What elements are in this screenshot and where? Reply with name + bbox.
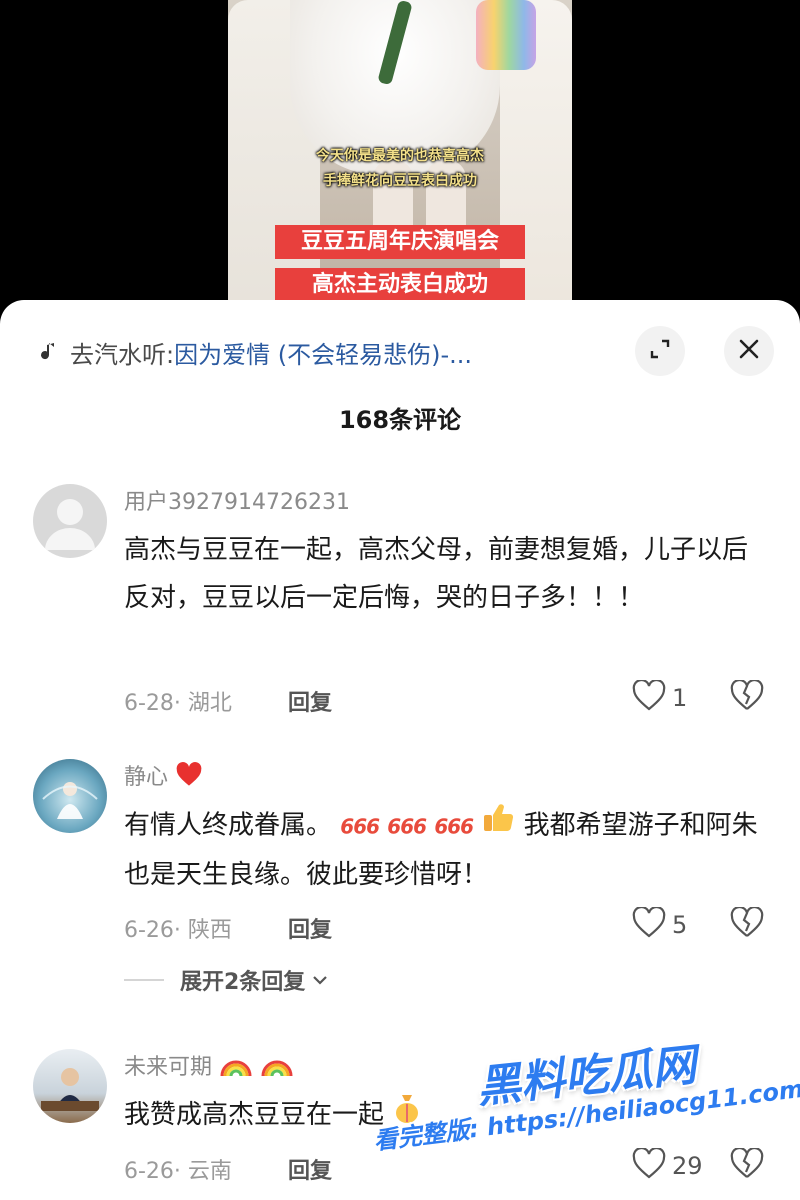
dislike-button[interactable] — [730, 905, 764, 943]
video-banner-line2: 高杰主动表白成功 — [275, 268, 525, 302]
comment-meta: 6-28· 湖北 — [124, 691, 232, 716]
username[interactable]: 未来可期 — [124, 1049, 294, 1084]
comment-text: 高杰与豆豆在一起，高杰父母，前妻想复婚，儿子以后反对，豆豆以后一定后悔，哭的日子… — [124, 535, 749, 613]
music-note-icon — [34, 339, 60, 365]
thumbs-up-icon — [481, 801, 515, 851]
comment-text-part1: 有情人终成眷属。 — [124, 810, 333, 841]
username[interactable]: 用户3927914726231 — [124, 484, 350, 516]
like-count: 5 — [672, 911, 688, 939]
music-prefix: 去汽水听: — [70, 340, 175, 369]
emoji-666: 666 — [340, 814, 380, 839]
video-subtitle-line1: 今天你是最美的也恭喜高杰 — [316, 148, 484, 164]
rainbow-icon — [260, 1052, 294, 1084]
comment-text: 有情人终成眷属。 666 666 666 我都希望游子和阿朱也是天生良缘。彼此要… — [124, 801, 764, 899]
comment-text-content: 我赞成高杰豆豆在一起 — [124, 1100, 385, 1130]
close-icon — [738, 338, 760, 364]
divider-line — [124, 979, 164, 981]
expand-replies-button[interactable]: 展开2条回复 — [124, 964, 329, 996]
like-button[interactable]: 5 — [632, 905, 688, 943]
avatar[interactable] — [33, 484, 107, 558]
dislike-button[interactable] — [730, 1146, 764, 1184]
reply-button[interactable]: 回复 — [288, 1153, 332, 1185]
username[interactable]: 静心 — [124, 759, 203, 794]
video-frame: 今天你是最美的也恭喜高杰 手捧鲜花向豆豆表白成功 豆豆五周年庆演唱会 高杰主动表… — [228, 0, 572, 320]
video-banner-line1: 豆豆五周年庆演唱会 — [275, 225, 525, 259]
broken-heart-icon — [730, 678, 764, 716]
heart-outline-icon — [632, 905, 666, 943]
like-count: 1 — [672, 684, 688, 712]
comment-count: 168条评论 — [338, 406, 462, 434]
rainbow-toy — [476, 0, 536, 70]
reply-button[interactable]: 回复 — [288, 912, 332, 944]
comment-meta: 6-26· 陕西 — [124, 918, 232, 943]
like-count: 29 — [672, 1152, 703, 1180]
broken-heart-icon — [730, 1146, 764, 1184]
like-button[interactable]: 29 — [632, 1146, 703, 1184]
red-heart-icon — [175, 762, 203, 794]
dislike-button[interactable] — [730, 678, 764, 716]
expand-replies-label: 展开2条回复 — [180, 970, 306, 995]
like-button[interactable]: 1 — [632, 678, 688, 716]
expand-button[interactable] — [635, 326, 685, 376]
emoji-666: 666 — [434, 814, 474, 839]
avatar[interactable] — [33, 1049, 107, 1123]
music-link[interactable]: 去汽水听: 因为爱情 (不会轻易悲伤)-... — [34, 330, 472, 374]
heart-outline-icon — [632, 1146, 666, 1184]
music-title[interactable]: 因为爱情 (不会轻易悲伤)-... — [174, 335, 472, 370]
reply-button[interactable]: 回复 — [288, 685, 332, 717]
video-subtitle-line2: 手捧鲜花向豆豆表白成功 — [323, 173, 477, 189]
video-player[interactable]: 今天你是最美的也恭喜高杰 手捧鲜花向豆豆表白成功 豆豆五周年庆演唱会 高杰主动表… — [0, 0, 800, 320]
chevron-down-icon — [311, 971, 329, 989]
username-text: 静心 — [124, 765, 169, 790]
comment-meta: 6-26· 云南 — [124, 1159, 232, 1184]
avatar[interactable] — [33, 759, 107, 833]
broken-heart-icon — [730, 905, 764, 943]
heart-outline-icon — [632, 678, 666, 716]
expand-icon — [649, 338, 671, 364]
close-button[interactable] — [724, 326, 774, 376]
username-text: 未来可期 — [124, 1055, 213, 1080]
emoji-666: 666 — [387, 814, 427, 839]
rainbow-icon — [219, 1052, 253, 1084]
